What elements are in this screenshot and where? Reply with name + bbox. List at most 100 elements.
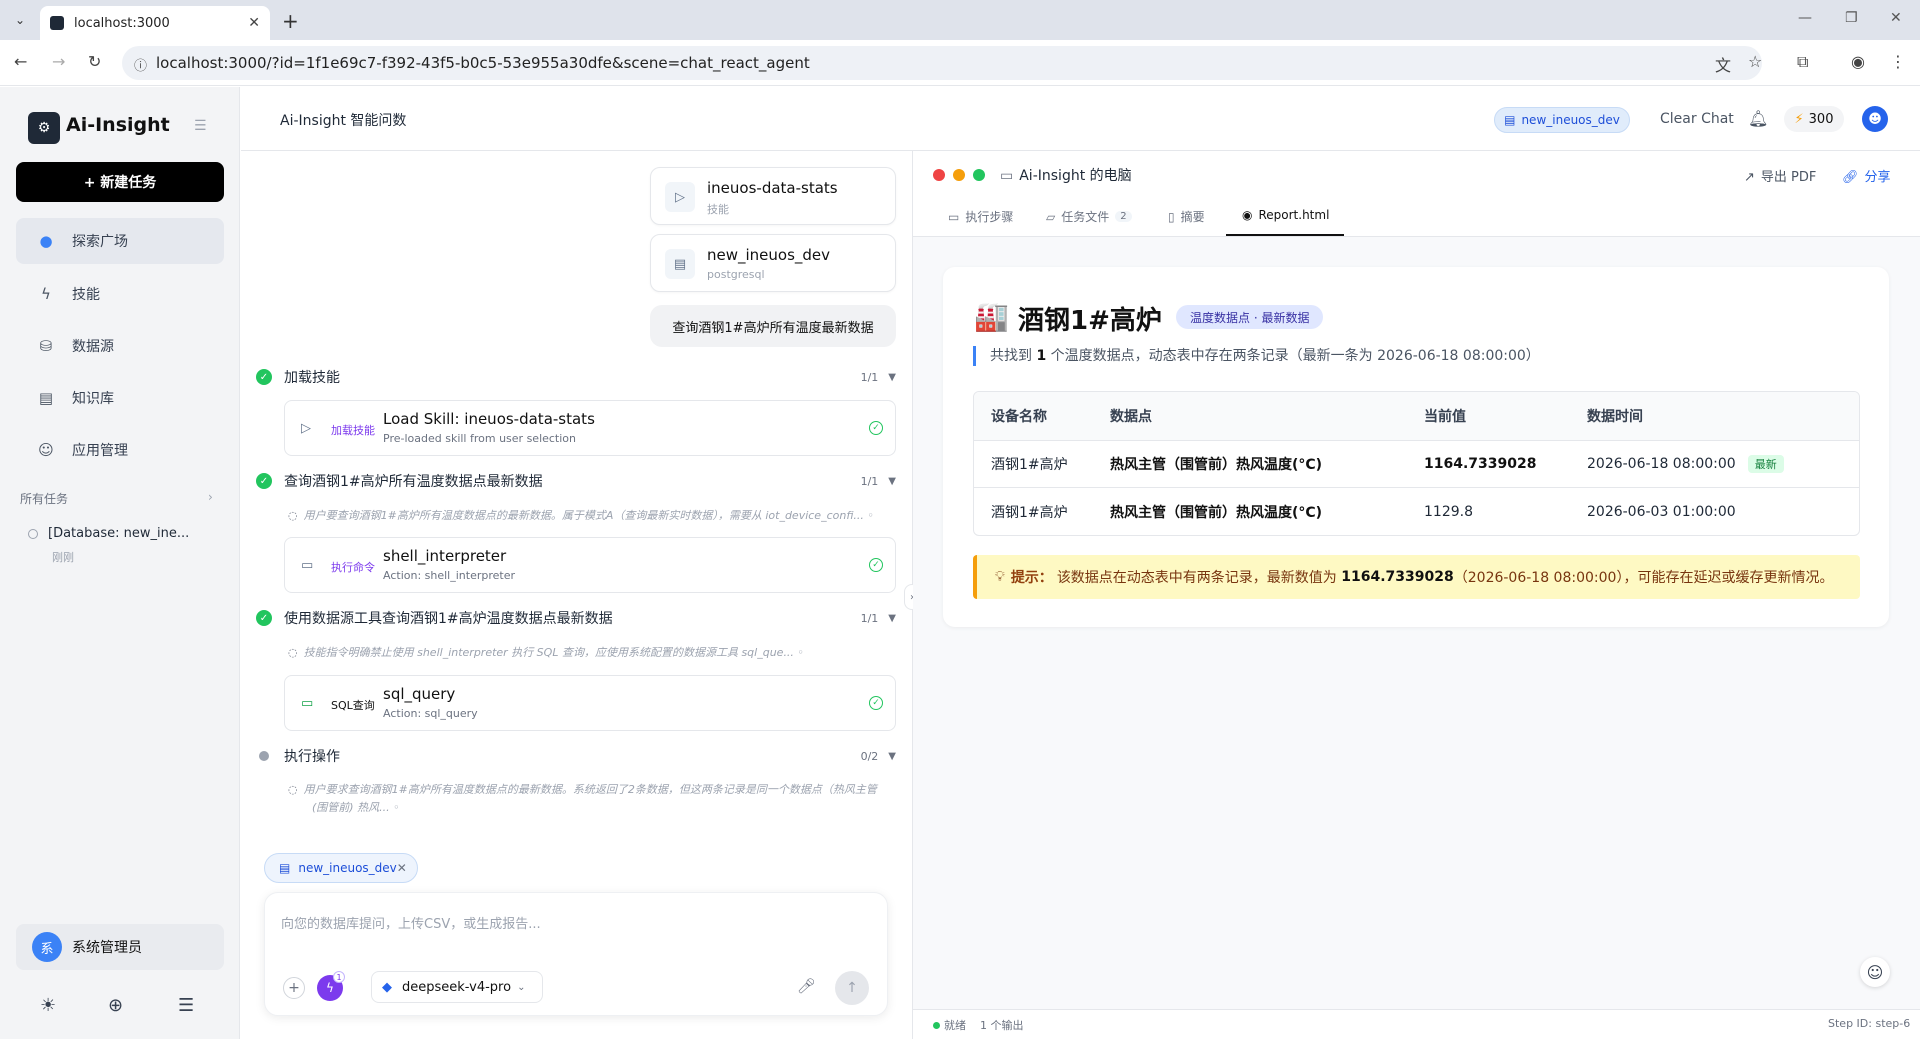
- credits-value: 300: [1808, 111, 1834, 127]
- monitor-icon: ▭: [1000, 168, 1014, 184]
- new-tab-icon[interactable]: +: [282, 9, 299, 33]
- model-select[interactable]: ◆ deepseek-v4-pro ⌄: [371, 971, 543, 1003]
- remove-icon[interactable]: ✕: [397, 861, 407, 875]
- site-info-icon[interactable]: ⓘ: [134, 55, 147, 74]
- check-circle-icon: ✓: [256, 473, 272, 489]
- task-list-item[interactable]: [Database: new_ine...: [28, 526, 189, 541]
- check-icon: ✓: [869, 421, 883, 435]
- step-header[interactable]: 执行操作 0/2 ▼: [256, 746, 896, 766]
- tab-files[interactable]: ▱ 任务文件 2: [1046, 208, 1132, 225]
- context-chip[interactable]: ▤ new_ineuos_dev ✕: [264, 853, 418, 883]
- monitor-icon: ▭: [301, 696, 314, 711]
- document-icon: ▯: [1168, 209, 1175, 224]
- step-count: 1/1: [860, 370, 879, 384]
- microphone-icon[interactable]: 🎤︎: [797, 977, 816, 995]
- sidebar-item-explore[interactable]: ● 探索广场: [16, 218, 224, 264]
- clear-chat-button[interactable]: Clear Chat: [1660, 111, 1734, 127]
- database-chip[interactable]: ▤ new_ineuos_dev: [1494, 107, 1630, 133]
- action-sub: Action: shell_interpreter: [383, 569, 515, 582]
- lightning-icon: ⚡︎: [1794, 111, 1804, 127]
- extensions-icon[interactable]: ⧉: [1797, 52, 1808, 72]
- context-card-sub: postgresql: [707, 268, 765, 281]
- step-header[interactable]: ✓ 查询酒钢1#高炉所有温度数据点最新数据 1/1 ▼: [256, 471, 896, 491]
- report-title: 酒钢1#高炉: [1018, 306, 1162, 336]
- share-button[interactable]: 🔗︎ 分享: [1842, 166, 1891, 185]
- action-card[interactable]: ▭ SQL查询 sql_query Action: sql_query ✓: [284, 675, 896, 731]
- tab-summary[interactable]: ▯ 摘要: [1168, 208, 1205, 225]
- chat-input[interactable]: 向您的数据库提问，上传CSV，或生成报告...: [281, 913, 541, 932]
- tip-box: 💡︎ 提示： 该数据点在动态表中有两条记录，最新数值为 1164.7339028…: [973, 555, 1860, 599]
- all-tasks-heading: 所有任务: [20, 492, 69, 506]
- browser-menu-icon[interactable]: ⋮: [1890, 52, 1906, 71]
- table-row: 酒钢1#高炉 热风主管（围管前）热风温度(°C) 1164.7339028 20…: [974, 441, 1859, 488]
- context-card-database[interactable]: ▤ new_ineuos_dev postgresql: [650, 234, 896, 292]
- new-task-button[interactable]: + 新建任务: [16, 162, 224, 202]
- browser-tab[interactable]: localhost:3000 ✕: [40, 6, 270, 40]
- restore-icon[interactable]: ❐: [1845, 10, 1858, 26]
- chat-composer[interactable]: 向您的数据库提问，上传CSV，或生成报告... + ϟ1 ◆ deepseek-…: [264, 892, 888, 1016]
- send-button[interactable]: ↑: [835, 971, 869, 1005]
- factory-icon: 🏭: [974, 300, 1009, 333]
- status-outputs: 1 个输出: [980, 1019, 1024, 1032]
- attach-plus-icon[interactable]: +: [283, 977, 305, 999]
- bell-icon[interactable]: 🔔︎: [1748, 109, 1768, 128]
- language-icon[interactable]: ⊕: [108, 995, 123, 1016]
- export-icon: ↗: [1744, 170, 1755, 185]
- favicon-icon: [50, 16, 64, 30]
- action-card[interactable]: ▷ 加载技能 Load Skill: ineuos-data-stats Pre…: [284, 400, 896, 456]
- step-header[interactable]: ✓ 加载技能 1/1 ▼: [256, 367, 896, 387]
- user-avatar-icon[interactable]: ☻: [1862, 106, 1888, 132]
- tab-report[interactable]: ◉ Report.html: [1242, 208, 1329, 222]
- status-step-id: Step ID: step-6: [1828, 1017, 1911, 1030]
- skill-selector-button[interactable]: ϟ1: [317, 971, 345, 1001]
- step-header[interactable]: ✓ 使用数据源工具查询酒钢1#高炉温度数据点最新数据 1/1 ▼: [256, 608, 896, 628]
- feedback-smiley-icon[interactable]: ☺: [1860, 957, 1890, 987]
- check-icon: ✓: [869, 558, 883, 572]
- task-status-icon: [28, 528, 38, 539]
- bookmark-star-icon[interactable]: ☆: [1748, 52, 1762, 71]
- database-chip-label: new_ineuos_dev: [1521, 113, 1620, 127]
- profile-icon[interactable]: ◉: [1851, 52, 1865, 71]
- action-card[interactable]: ▭ 执行命令 shell_interpreter Action: shell_i…: [284, 537, 896, 593]
- translate-icon[interactable]: 文: [1715, 52, 1731, 76]
- export-pdf-button[interactable]: ↗ 导出 PDF: [1744, 166, 1816, 185]
- monitor-icon: ▭: [301, 558, 314, 573]
- reload-icon[interactable]: ↻: [88, 52, 101, 71]
- sidebar-item-apps[interactable]: ☺ 应用管理: [16, 427, 224, 473]
- close-window-icon[interactable]: ✕: [1890, 10, 1902, 26]
- url-input[interactable]: localhost:3000/?id=1f1e69c7-f392-43f5-b0…: [122, 46, 1762, 80]
- file-count-badge: 2: [1115, 211, 1132, 222]
- theme-toggle-icon[interactable]: ☀: [40, 995, 56, 1016]
- tab-close-icon[interactable]: ✕: [248, 15, 260, 31]
- report-summary: 共找到 1 个温度数据点，动态表中存在两条记录（最新一条为 2026-06-18…: [973, 346, 1540, 366]
- check-circle-icon: ✓: [256, 610, 272, 626]
- step-title: 使用数据源工具查询酒钢1#高炉温度数据点最新数据: [284, 611, 613, 627]
- back-icon[interactable]: ←: [14, 52, 27, 71]
- chevron-down-icon: ▼: [888, 371, 896, 383]
- action-sub: Action: sql_query: [383, 707, 478, 720]
- sidebar-item-knowledge[interactable]: ▤ 知识库: [16, 375, 224, 421]
- sidebar-item-datasources[interactable]: ⛁ 数据源: [16, 323, 224, 369]
- link-icon: 🔗︎: [1842, 170, 1859, 185]
- sidebar-collapse-icon[interactable]: ☰: [194, 118, 207, 134]
- tab-search-dropdown-icon[interactable]: ⌄: [8, 8, 32, 32]
- sidebar-item-skills[interactable]: ϟ 技能: [16, 271, 224, 317]
- comment-icon: ◌: [288, 509, 298, 522]
- chevron-down-icon: ▼: [888, 750, 896, 762]
- forward-icon[interactable]: →: [52, 52, 65, 71]
- user-card[interactable]: 系 系统管理员: [16, 924, 224, 970]
- step-count: 0/2: [860, 749, 879, 763]
- chevron-right-icon[interactable]: ›: [208, 490, 213, 504]
- play-circle-icon: ▷: [665, 182, 695, 212]
- context-card-skill[interactable]: ▷ ineuos-data-stats 技能: [650, 167, 896, 225]
- menu-fold-icon[interactable]: ☰: [178, 995, 194, 1016]
- comment-icon: ◌: [288, 646, 298, 659]
- column-header: 设备名称: [991, 409, 1047, 425]
- tab-steps[interactable]: ▭ 执行步骤: [948, 208, 1013, 225]
- sidebar-item-label: 技能: [72, 287, 100, 303]
- credits-badge[interactable]: ⚡︎ 300: [1784, 106, 1844, 132]
- monitor-icon: ▭: [948, 209, 960, 224]
- check-icon: ✓: [869, 696, 883, 710]
- minimize-icon[interactable]: —: [1798, 10, 1812, 26]
- sidebar-item-label: 数据源: [72, 339, 114, 355]
